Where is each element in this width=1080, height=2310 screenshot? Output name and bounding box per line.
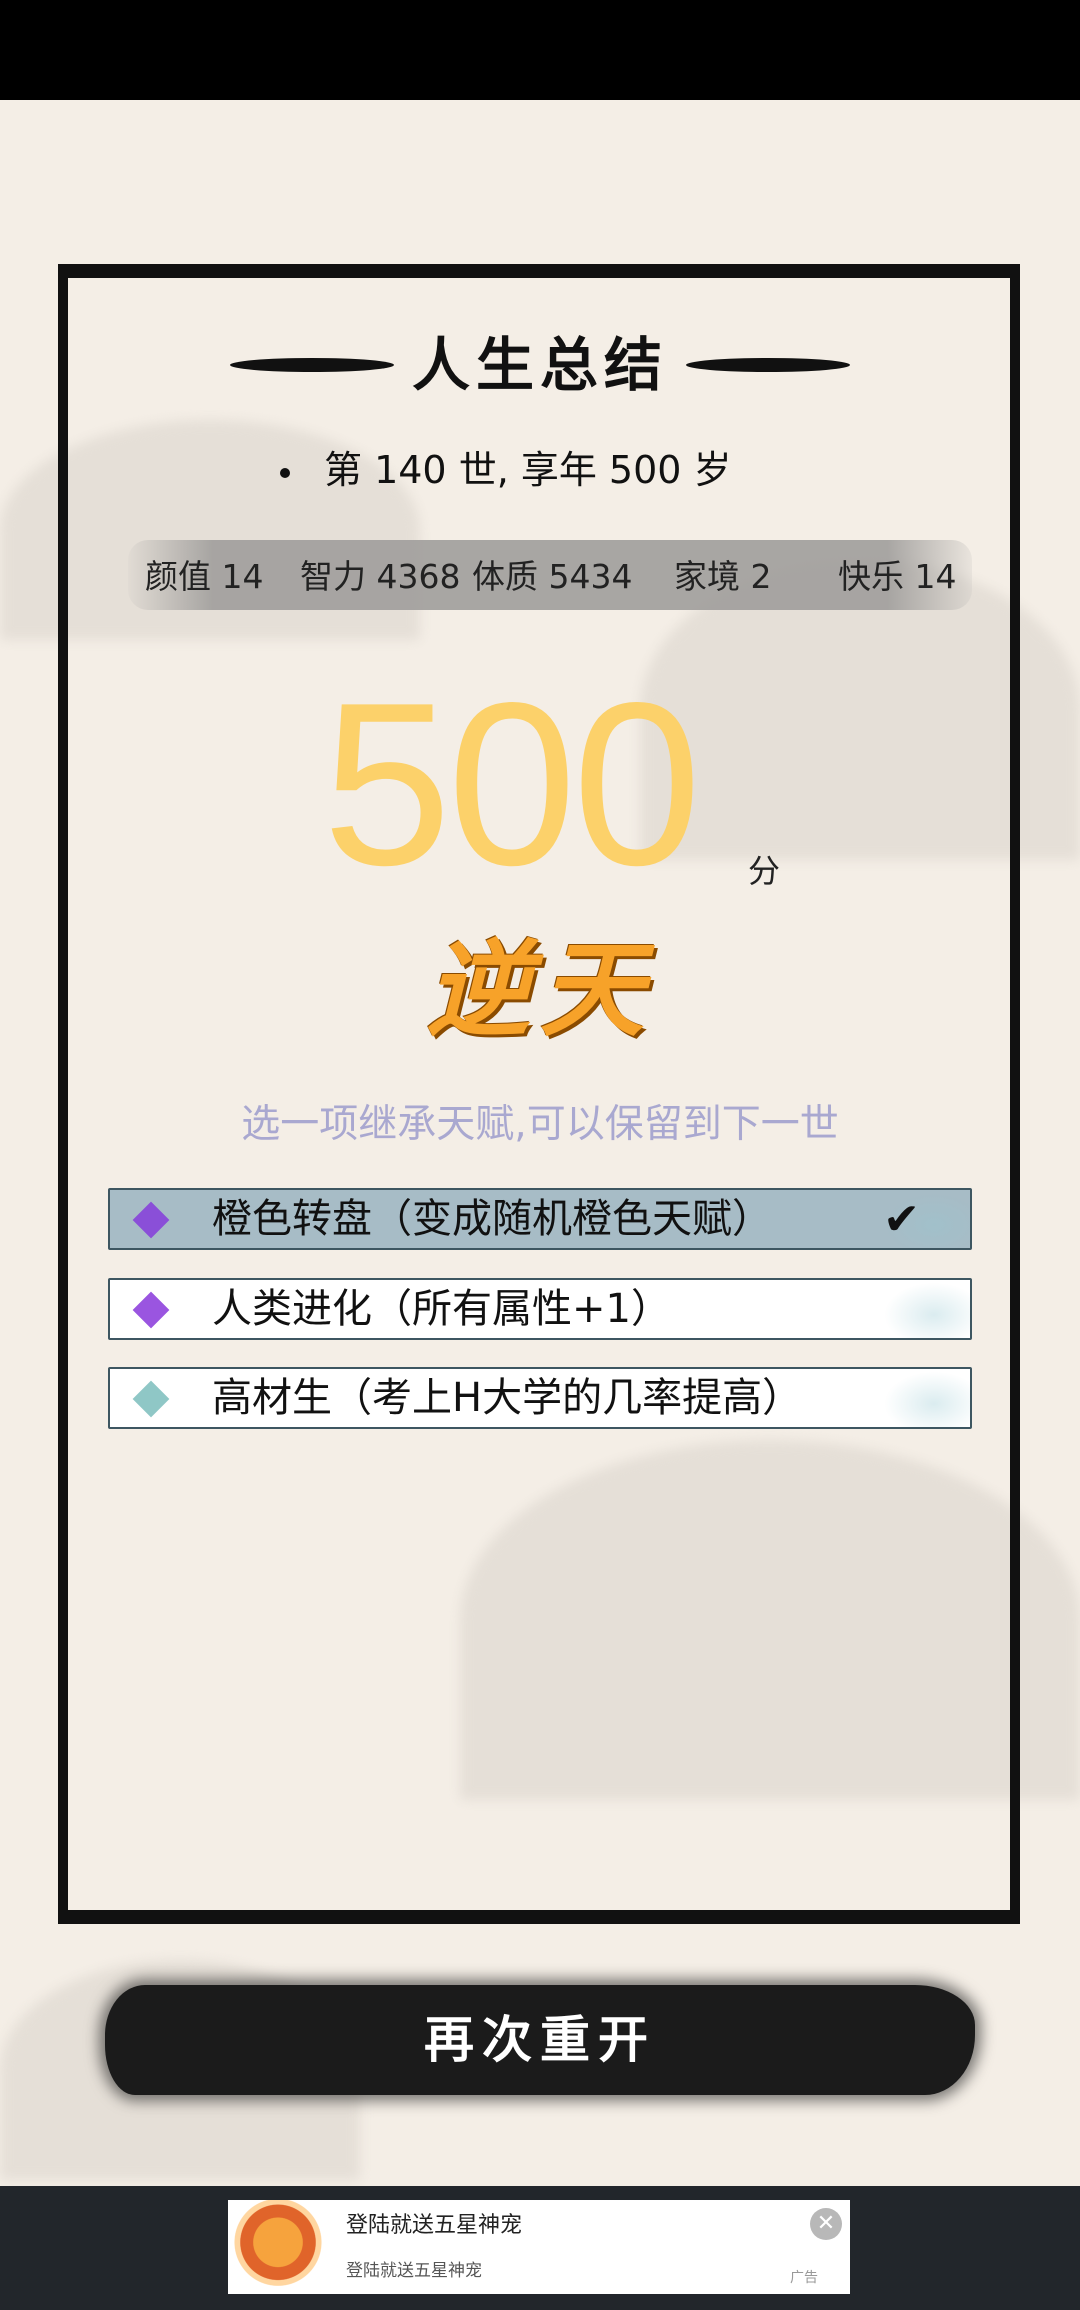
talent-label: 橙色转盘（变成随机橙色天赋） — [212, 1196, 772, 1242]
attribute-family: 家境 2 — [674, 557, 772, 596]
purple-diamond-icon — [132, 1201, 170, 1239]
bullet-icon — [280, 467, 290, 478]
attribute-charm: 颜值 14 — [145, 557, 264, 596]
talent-option-3[interactable]: 高材生（考上H大学的几率提高） — [108, 1367, 972, 1429]
bamboo-leaf-decoration — [880, 1369, 970, 1427]
life-summary-line: 第 140 世, 享年 500 岁 — [280, 440, 800, 500]
close-icon[interactable]: ✕ — [810, 2208, 842, 2240]
checkmark-icon: ✔ — [883, 1194, 920, 1245]
page-title: 人生总结 — [412, 331, 669, 399]
ad-subtitle[interactable]: 登陆就送五星神宠 — [346, 2258, 482, 2284]
attribute-happiness: 快乐 14 — [838, 557, 957, 596]
title-brush-line-left — [230, 358, 394, 372]
talent-option-2[interactable]: 人类进化（所有属性+1） — [108, 1278, 972, 1340]
dragon-pet-image[interactable] — [228, 2200, 328, 2294]
inherit-hint: 选一项继承天赋,可以保留到下一世 — [241, 1102, 839, 1147]
teal-diamond-icon — [132, 1380, 170, 1418]
attribute-strength: 体质 5434 — [472, 557, 633, 596]
score-unit: 分 — [748, 852, 781, 890]
life-summary-text: 第 140 世, 享年 500 岁 — [324, 448, 732, 492]
final-score: 500 — [322, 655, 701, 914]
title-brush-line-right — [686, 358, 851, 372]
bamboo-leaf-decoration — [880, 1280, 970, 1338]
talent-option-1[interactable]: 橙色转盘（变成随机橙色天赋） ✔ — [108, 1188, 972, 1250]
ad-title[interactable]: 登陆就送五星神宠 — [346, 2210, 522, 2242]
summary-header: 人生总结 — [230, 330, 851, 400]
status-bar — [0, 0, 1080, 100]
purple-diamond-icon — [132, 1291, 170, 1329]
summary-frame — [58, 264, 1020, 1924]
ad-label: 广告 — [790, 2270, 818, 2286]
score-rank: 逆天 — [425, 928, 654, 1051]
talent-label: 高材生（考上H大学的几率提高） — [212, 1375, 803, 1421]
talent-label: 人类进化（所有属性+1） — [212, 1286, 671, 1332]
restart-button[interactable]: 再次重开 — [105, 1985, 975, 2095]
attribute-intelligence: 智力 4368 — [300, 557, 461, 596]
